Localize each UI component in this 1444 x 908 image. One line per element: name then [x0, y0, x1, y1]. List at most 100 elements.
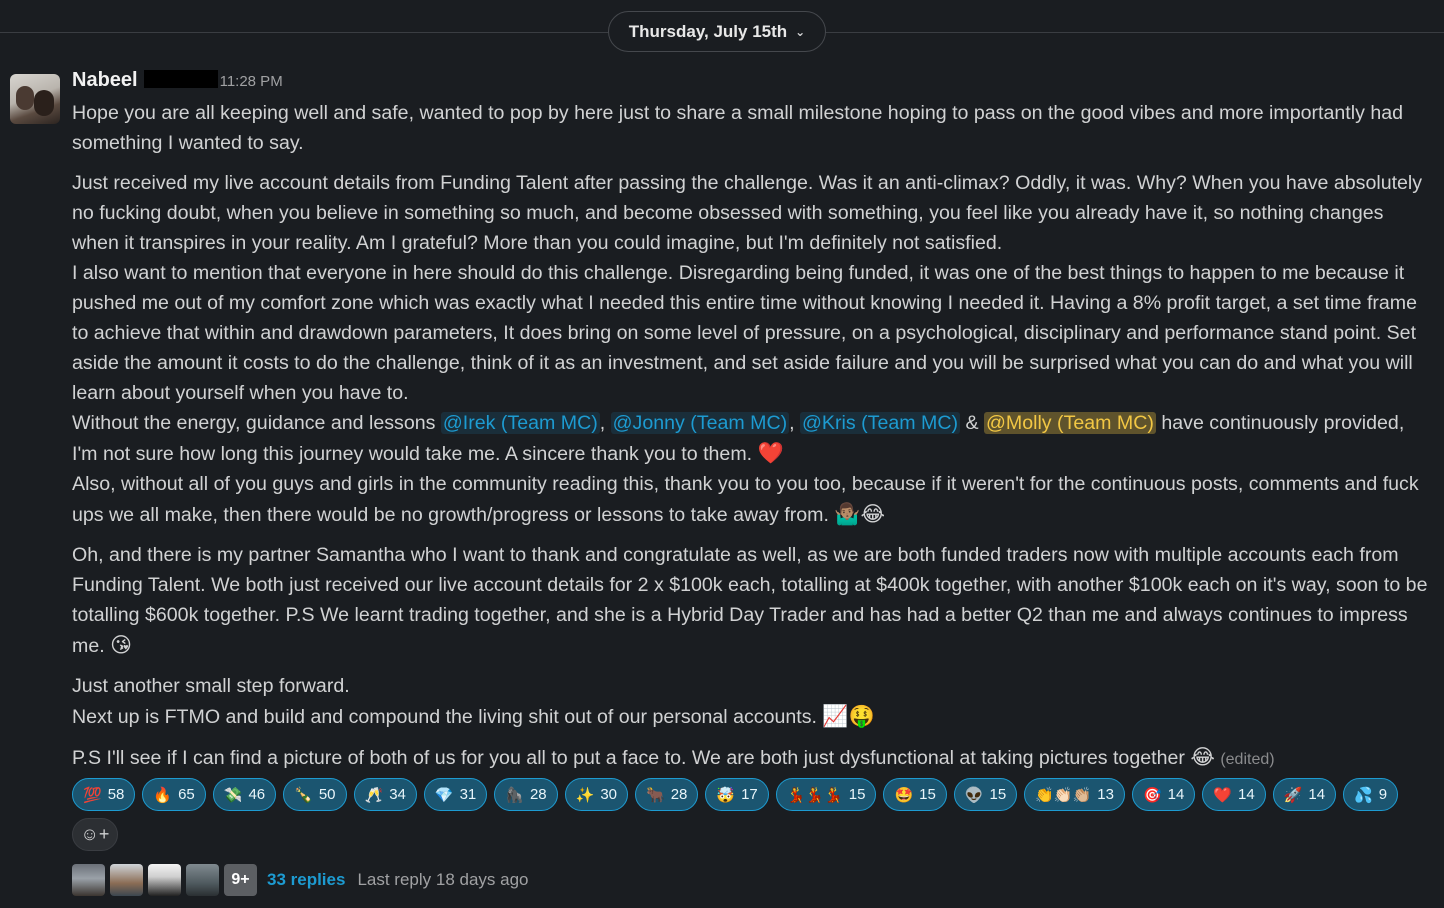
mention-molly[interactable]: @Molly (Team MC) — [983, 412, 1156, 434]
reaction-emoji: 🚀 — [1283, 785, 1303, 804]
reaction-count: 15 — [848, 786, 866, 803]
message-header: Nabeel 11:28 PM — [72, 68, 283, 98]
avatar[interactable] — [10, 74, 60, 124]
reaction-emoji: 🥂 — [364, 785, 384, 804]
reply-avatar — [110, 864, 143, 896]
text-span: , — [789, 412, 801, 434]
reaction-emoji: 👏👏🏻👏🏼 — [1035, 785, 1092, 804]
reaction-count: 9 — [1378, 786, 1388, 803]
reaction-emoji: 💃💃💃 — [786, 785, 843, 804]
last-reply-text: Last reply 18 days ago — [357, 870, 529, 889]
reaction-count: 14 — [1167, 786, 1185, 803]
text-span: Without the energy, guidance and lessons — [72, 412, 441, 434]
reaction-count: 28 — [529, 786, 547, 803]
message-paragraph: Oh, and there is my partner Samantha who… — [72, 540, 1432, 661]
reaction-emoji: 💸 — [223, 785, 243, 804]
heart-emoji: ❤️ — [757, 441, 784, 465]
reaction-count: 13 — [1097, 786, 1114, 803]
chart-money-emoji: 📈🤑 — [822, 704, 875, 728]
reaction-emoji: 🔥 — [153, 785, 173, 804]
text-span: Also, without all of you guys and girls … — [72, 473, 1419, 526]
reaction-pill[interactable]: 💃💃💃 15 — [775, 778, 877, 811]
reaction-pill[interactable]: 🐂 28 — [635, 778, 699, 811]
avatar-figure — [16, 86, 34, 110]
mention-irek[interactable]: @Irek (Team MC) — [440, 412, 600, 434]
thread-summary[interactable]: 9+ 33 replies Last reply 18 days ago — [72, 864, 529, 896]
reaction-pill[interactable]: 💎 31 — [423, 778, 488, 811]
sender-name[interactable]: Nabeel — [72, 69, 138, 92]
reaction-pill[interactable]: 🎯 14 — [1131, 778, 1196, 811]
text-span: Oh, and there is my partner Samantha who… — [72, 544, 1428, 657]
reaction-pill[interactable]: 🍾 50 — [283, 778, 347, 811]
reaction-count: 50 — [318, 786, 336, 803]
reaction-count: 34 — [389, 786, 406, 803]
reaction-pill[interactable]: 👏👏🏻👏🏼 13 — [1024, 778, 1125, 811]
reaction-count: 14 — [1238, 786, 1255, 803]
reaction-pill[interactable]: 🚀 14 — [1272, 778, 1337, 811]
reaction-pill[interactable]: 🤯 17 — [705, 778, 769, 811]
reaction-pill[interactable]: 🤩 15 — [883, 778, 947, 811]
message-body: Hope you are all keeping well and safe, … — [72, 98, 1432, 775]
reaction-count: 14 — [1308, 786, 1326, 803]
shrug-laugh-emoji: 🤷🏽‍♂️😂 — [834, 502, 886, 526]
reaction-emoji: 💦 — [1354, 785, 1373, 804]
reaction-count: 46 — [248, 786, 266, 803]
reaction-emoji: 💯 — [83, 785, 102, 804]
edited-label: (edited) — [1220, 751, 1275, 768]
reaction-count: 31 — [459, 786, 477, 803]
reply-avatar — [72, 864, 105, 896]
laugh-emoji: 😂 — [1190, 745, 1215, 769]
reaction-pill[interactable]: ✨ 30 — [564, 778, 628, 811]
reaction-pill[interactable]: ❤️ 14 — [1202, 778, 1266, 811]
reaction-pill[interactable]: 🥂 34 — [353, 778, 417, 811]
text-span: & — [960, 412, 984, 434]
mention-jonny[interactable]: @Jonny (Team MC) — [610, 412, 790, 434]
reaction-count: 17 — [741, 786, 758, 803]
reaction-emoji: 👽 — [964, 785, 984, 804]
reaction-emoji: 🤯 — [716, 785, 736, 804]
reply-avatar — [148, 864, 181, 896]
reaction-emoji: 🦍 — [505, 785, 524, 804]
message-paragraph: Next up is FTMO and build and compound t… — [72, 701, 1432, 732]
reaction-emoji: ❤️ — [1213, 785, 1232, 804]
message-paragraph: P.S I'll see if I can find a picture of … — [72, 742, 1432, 775]
reply-count-link[interactable]: 33 replies — [267, 870, 345, 890]
reaction-pill[interactable]: 💯 58 — [72, 778, 136, 811]
reaction-emoji: ✨ — [575, 785, 595, 804]
text-span: , — [599, 412, 611, 434]
message-timestamp[interactable]: 11:28 PM — [220, 73, 283, 90]
kiss-emoji: 😘 — [110, 633, 133, 657]
reaction-pill[interactable]: 💸 46 — [212, 778, 277, 811]
reaction-pill[interactable]: 🦍 28 — [494, 778, 558, 811]
message-paragraph: Just received my live account details fr… — [72, 172, 1423, 254]
reaction-pill[interactable]: 💦 9 — [1343, 778, 1399, 811]
reaction-bar: 💯 58 🔥 65 💸 46 🍾 50 🥂 34 💎 31 🦍 28 ✨ 30 🐂 28 🤯 17 💃💃💃 15 🤩 15 👽 1… — [72, 778, 1412, 851]
redaction-bar — [143, 70, 218, 88]
add-reaction-icon[interactable]: ☺+ — [72, 818, 118, 851]
reaction-emoji: 🤩 — [894, 785, 914, 804]
reaction-emoji: 🎯 — [1142, 785, 1162, 804]
more-avatars-badge: 9+ — [224, 864, 257, 896]
text-span: P.S I'll see if I can find a picture of … — [72, 747, 1191, 769]
message-view: Thursday, July 15th ⌄ Nabeel 11:28 PM Ho… — [0, 0, 1444, 908]
message-paragraph: Without the energy, guidance and lessons… — [72, 408, 1432, 469]
reply-avatar — [186, 864, 219, 896]
reaction-emoji: 🍾 — [294, 785, 313, 804]
mention-kris[interactable]: @Kris (Team MC) — [800, 412, 961, 434]
reaction-count: 28 — [670, 786, 688, 803]
date-divider-button[interactable]: Thursday, July 15th ⌄ — [608, 11, 826, 52]
reaction-count: 15 — [919, 786, 936, 803]
message-paragraph: Also, without all of you guys and girls … — [72, 469, 1432, 530]
message-paragraph: I also want to mention that everyone in … — [72, 262, 1418, 404]
date-label: Thursday, July 15th — [628, 21, 788, 41]
reaction-count: 58 — [107, 786, 125, 803]
chevron-down-icon: ⌄ — [795, 24, 806, 39]
message-paragraph: Just another small step forward. — [72, 675, 350, 697]
reaction-pill[interactable]: 👽 15 — [953, 778, 1018, 811]
reaction-emoji: 🐂 — [646, 785, 665, 804]
reaction-emoji: 💎 — [434, 785, 454, 804]
avatar-figure — [34, 90, 54, 116]
reaction-pill[interactable]: 🔥 65 — [142, 778, 206, 811]
message-paragraph: Hope you are all keeping well and safe, … — [72, 102, 1404, 154]
reaction-count: 30 — [600, 786, 617, 803]
